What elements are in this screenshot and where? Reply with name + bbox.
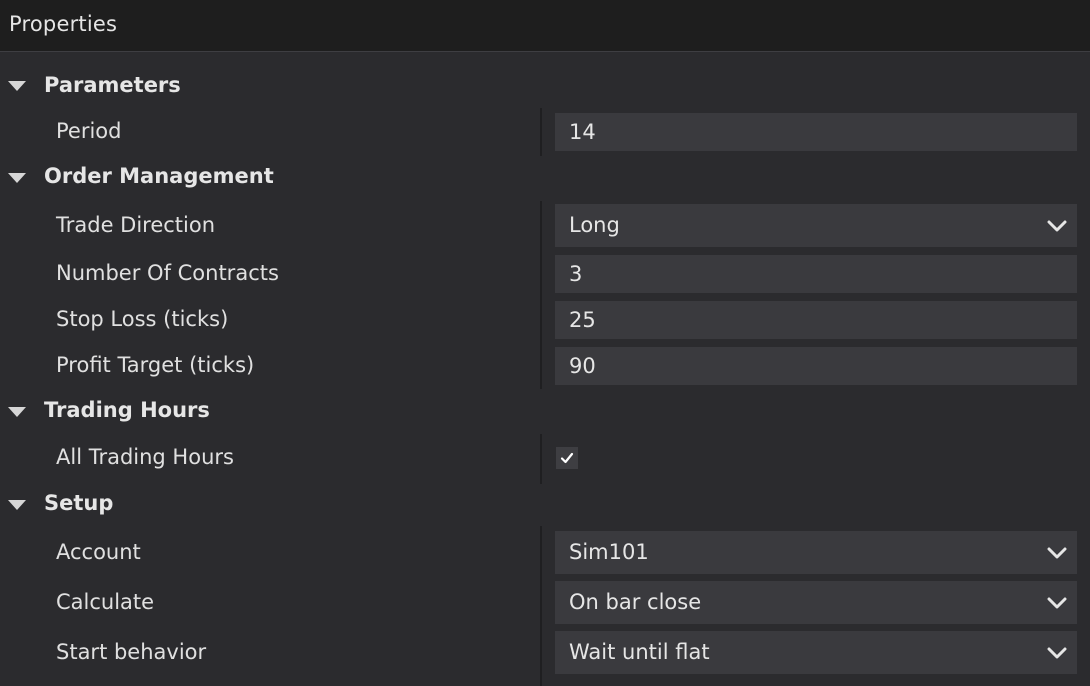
select-value: Long — [569, 213, 620, 237]
category-setup[interactable]: Setup — [0, 483, 1090, 527]
triangle-down-icon[interactable] — [8, 173, 26, 183]
stop-loss-input[interactable]: 25 — [555, 301, 1077, 339]
property-label: Period — [56, 119, 122, 143]
property-row-profit-target: Profit Target (ticks) 90 — [0, 343, 1090, 389]
category-label: Order Management — [44, 164, 274, 188]
input-value: 25 — [569, 308, 596, 332]
select-value: Sim101 — [569, 540, 649, 564]
period-input[interactable]: 14 — [555, 113, 1077, 151]
number-of-contracts-input[interactable]: 3 — [555, 255, 1077, 293]
property-label: Trade Direction — [56, 213, 216, 237]
account-select[interactable]: Sim101 — [555, 531, 1077, 574]
chevron-down-icon — [1047, 647, 1067, 659]
triangle-down-icon[interactable] — [8, 500, 26, 510]
category-order-management[interactable]: Order Management — [0, 156, 1090, 200]
calculate-select[interactable]: On bar close — [555, 581, 1077, 624]
column-divider[interactable] — [540, 108, 542, 156]
all-trading-hours-checkbox[interactable] — [556, 447, 578, 469]
input-value: 90 — [569, 354, 596, 378]
property-row-start-behavior: Start behavior Wait until flat — [0, 628, 1090, 678]
category-parameters[interactable]: Parameters — [0, 64, 1090, 108]
property-label: Calculate — [56, 590, 155, 614]
category-trading-hours[interactable]: Trading Hours — [0, 390, 1090, 434]
profit-target-input[interactable]: 90 — [555, 347, 1077, 385]
chevron-down-icon — [1047, 597, 1067, 609]
input-value: 14 — [569, 120, 596, 144]
properties-panel: Properties Parameters Period 14 Order Ma… — [0, 0, 1090, 686]
property-label: Account — [56, 540, 141, 564]
property-row-trade-direction: Trade Direction Long — [0, 201, 1090, 389]
chevron-down-icon — [1047, 220, 1067, 232]
checkmark-icon — [560, 452, 574, 464]
triangle-down-icon[interactable] — [8, 81, 26, 91]
window-title: Properties — [9, 12, 118, 36]
select-value: Wait until flat — [569, 640, 710, 664]
property-row-all-trading-hours: All Trading Hours — [0, 434, 1090, 484]
select-value: On bar close — [569, 590, 702, 614]
property-row-period: Period 14 — [0, 108, 1090, 156]
input-value: 3 — [569, 262, 583, 286]
chevron-down-icon — [1047, 547, 1067, 559]
property-row-stop-loss: Stop Loss (ticks) 25 — [0, 297, 1090, 343]
category-label: Trading Hours — [44, 398, 210, 422]
trade-direction-select[interactable]: Long — [555, 204, 1077, 247]
property-label: Start behavior — [56, 640, 207, 664]
title-bar: Properties — [0, 0, 1090, 52]
start-behavior-select[interactable]: Wait until flat — [555, 631, 1077, 674]
property-row-calculate: Calculate On bar close — [0, 578, 1090, 628]
property-label: Profit Target (ticks) — [56, 353, 255, 377]
property-label: Stop Loss (ticks) — [56, 307, 229, 331]
property-label: All Trading Hours — [56, 445, 234, 469]
category-label: Parameters — [44, 73, 181, 97]
property-row-account: Account Sim101 — [0, 526, 1090, 686]
category-label: Setup — [44, 491, 114, 515]
column-divider[interactable] — [540, 434, 542, 484]
property-label: Number Of Contracts — [56, 261, 279, 285]
triangle-down-icon[interactable] — [8, 407, 26, 417]
property-row-number-of-contracts: Number Of Contracts 3 — [0, 251, 1090, 297]
